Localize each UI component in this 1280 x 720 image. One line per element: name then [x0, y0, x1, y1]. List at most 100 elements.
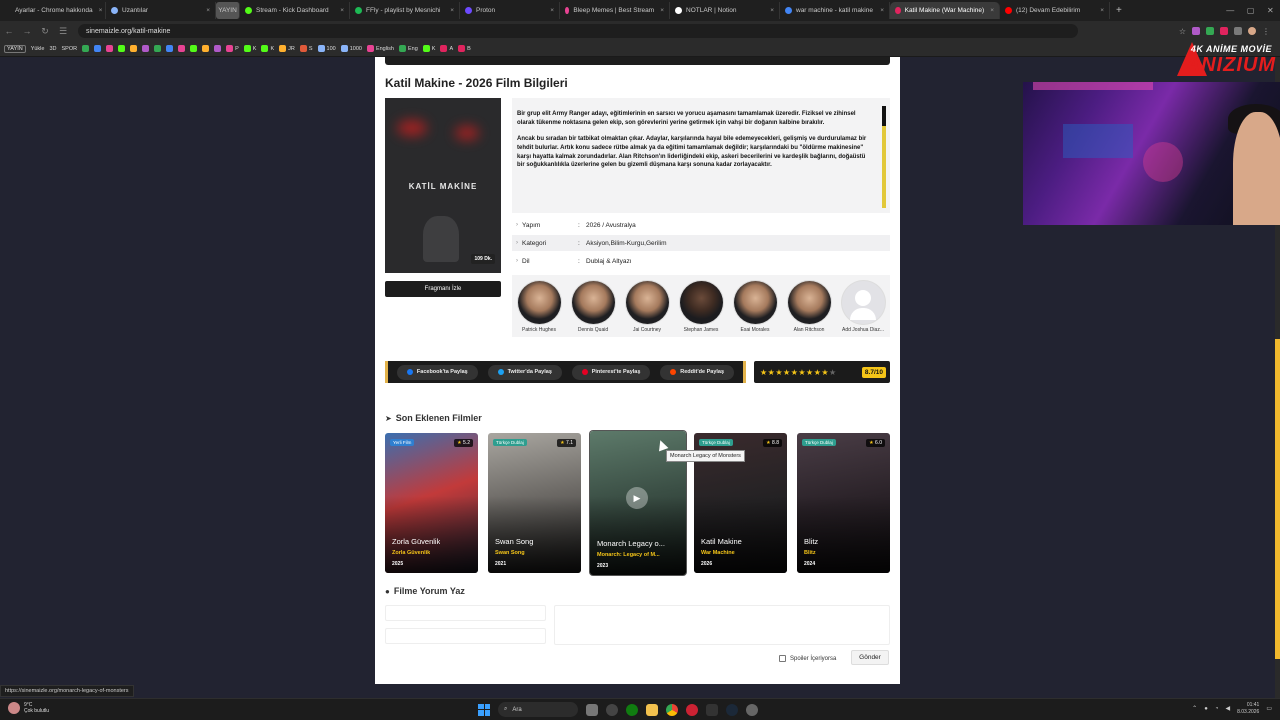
menu-icon[interactable]: ⋮ — [1262, 27, 1270, 36]
movie-card[interactable]: Yerli Film ★ 5.2 Zorla Güvenlik Zorla Güven… — [385, 433, 478, 573]
bookmark-favicon-icon[interactable] — [202, 45, 210, 52]
movie-card[interactable]: Türkçe Dublaj ★ 7.1 Swan Song Swan Song 2021 — [488, 433, 581, 573]
minimize-icon[interactable]: — — [1226, 6, 1234, 15]
browser-tab[interactable]: NOTLAR | Notion × — [670, 2, 780, 19]
comment-textarea[interactable] — [554, 605, 890, 645]
bookmark-favicon-icon[interactable] — [190, 45, 198, 52]
spoiler-checkbox-row[interactable]: Spoiler İçeriyorsa — [779, 655, 836, 662]
browser-tab[interactable]: war machine - katil makine × — [780, 2, 890, 19]
reload-icon[interactable]: ↻ — [36, 26, 54, 37]
bookmark-item[interactable]: P — [226, 45, 239, 52]
spoiler-checkbox[interactable] — [779, 655, 786, 662]
bookmark-item[interactable]: Eng — [399, 45, 418, 52]
rating-widget[interactable]: ★★★★★★★★★★ 8.7/10 — [754, 361, 890, 383]
forward-icon[interactable]: → — [18, 26, 36, 36]
email-input[interactable] — [385, 628, 546, 644]
share-twitter-button[interactable]: Twitter'da Paylaş — [487, 364, 562, 380]
bookmark-item[interactable]: K — [261, 45, 274, 52]
bookmark-favicon-icon[interactable] — [214, 45, 222, 52]
bookmark-item[interactable]: B — [458, 45, 471, 52]
cast-item[interactable]: Patrick Hughes — [513, 281, 565, 337]
bookmark-item[interactable]: 1000 — [340, 45, 362, 52]
tab-close-icon[interactable]: × — [444, 7, 454, 14]
chrome-icon[interactable] — [666, 703, 678, 716]
browser-tab[interactable]: FFly - playlist by Mesnichi × — [350, 2, 460, 19]
bookmark-item[interactable]: 3D — [49, 46, 56, 52]
notification-icon[interactable]: ▭ — [1266, 705, 1272, 712]
cast-item[interactable]: Stephan James — [675, 281, 727, 337]
extension-icon[interactable] — [1220, 26, 1228, 35]
bookmark-favicon-icon[interactable] — [154, 45, 162, 52]
bookmark-favicon-icon[interactable] — [118, 45, 126, 52]
site-info-icon[interactable]: ☰ — [54, 26, 72, 37]
file-explorer-icon[interactable] — [646, 703, 658, 716]
cast-item[interactable]: Add Joshua Diaz... — [837, 281, 889, 337]
browser-tab[interactable]: Proton × — [460, 2, 560, 19]
bookmark-favicon-icon[interactable] — [94, 45, 102, 52]
windows-start-icon[interactable] — [478, 703, 490, 716]
cast-item[interactable]: Dennis Quaid — [567, 281, 619, 337]
speaker-icon[interactable]: ◀ — [1225, 705, 1230, 712]
synopsis-scrollbar[interactable] — [882, 106, 886, 208]
browser-tab[interactable]: Ayarlar - Chrome hakkında × — [6, 2, 106, 19]
tab-close-icon[interactable]: × — [764, 7, 774, 14]
tab-close-icon[interactable]: × — [654, 7, 664, 14]
task-view-icon[interactable] — [586, 703, 598, 716]
bookmark-item[interactable]: A — [440, 45, 453, 52]
bookmark-item[interactable]: S — [299, 45, 313, 52]
bookmark-item[interactable]: K — [422, 45, 435, 52]
bookmark-favicon-icon[interactable] — [142, 45, 150, 52]
share-reddit-button[interactable]: Reddit'de Paylaş — [660, 364, 735, 380]
close-icon[interactable]: ✕ — [1267, 6, 1274, 15]
clock[interactable]: 01:41 8.03.2026 — [1237, 702, 1259, 715]
trailer-button[interactable]: Fragmanı İzle — [385, 281, 501, 297]
tab-close-icon[interactable]: × — [200, 7, 210, 14]
address-bar[interactable]: sinemaizle.org/katil-makine — [78, 24, 1078, 38]
share-pinterest-button[interactable]: Pinterest'te Paylaş — [571, 364, 651, 380]
bookmark-item[interactable]: 100 — [317, 45, 336, 52]
back-icon[interactable]: ← — [0, 26, 18, 36]
bookmark-favicon-icon[interactable] — [178, 45, 186, 52]
taskbar-search[interactable]: ⌕ Ara — [498, 702, 578, 717]
tab-close-icon[interactable]: × — [1094, 7, 1104, 14]
browser-tab[interactable]: Uzantılar × — [106, 2, 216, 19]
settings-icon[interactable] — [746, 703, 758, 716]
bookmark-favicon-icon[interactable] — [106, 45, 114, 52]
bookmark-favicon-icon[interactable] — [82, 45, 90, 52]
movie-card[interactable]: Türkçe Dublaj ★ 6.0 Blitz Blitz 2024 — [797, 433, 890, 573]
wifi-icon[interactable]: ◔ — [1215, 706, 1219, 712]
maximize-icon[interactable]: ▢ — [1247, 6, 1255, 15]
browser-tab[interactable]: Stream - Kick Dashboard × — [240, 2, 350, 19]
star-rating[interactable]: ★★★★★★★★★★ — [760, 368, 837, 377]
extension-icon[interactable] — [1206, 26, 1214, 35]
chevron-up-icon[interactable]: ⌃ — [1192, 705, 1197, 712]
share-facebook-button[interactable]: Facebook'ta Paylaş — [396, 364, 478, 380]
synopsis-box[interactable]: Bir grup elit Army Ranger adayı, eğitiml… — [512, 98, 890, 213]
bookmark-favicon-icon[interactable] — [166, 45, 174, 52]
bookmark-item[interactable]: Yükle — [31, 46, 45, 52]
bookmark-item[interactable]: English — [366, 45, 394, 52]
extension-icon[interactable] — [1192, 26, 1200, 35]
tab-close-icon[interactable]: × — [544, 7, 554, 14]
send-button[interactable]: Gönder — [851, 650, 889, 665]
cast-item[interactable]: Esai Morales — [729, 281, 781, 337]
extension-icon[interactable] — [1234, 26, 1242, 35]
cast-item[interactable]: Jai Courtney — [621, 281, 673, 337]
app-icon[interactable] — [686, 703, 698, 716]
new-tab-button[interactable]: + — [1116, 5, 1122, 16]
weather-widget[interactable]: 9°C Çok bulutlu — [8, 702, 49, 714]
microphone-icon[interactable]: ● — [1204, 706, 1208, 712]
bookmark-item[interactable]: K — [243, 45, 256, 52]
profile-icon[interactable] — [1248, 26, 1256, 35]
cast-item[interactable]: Alan Ritchson — [783, 281, 835, 337]
bookmark-favicon-icon[interactable] — [130, 45, 138, 52]
tab-close-icon[interactable]: × — [984, 7, 994, 14]
bookmark-star-icon[interactable]: ☆ — [1179, 27, 1186, 36]
xbox-icon[interactable] — [626, 703, 638, 716]
bookmark-item[interactable]: YAYIN — [4, 44, 26, 53]
browser-tab[interactable]: YAYIN — [216, 2, 240, 19]
terminal-icon[interactable] — [706, 703, 718, 716]
name-input[interactable] — [385, 605, 546, 621]
bookmark-item[interactable]: JR — [279, 45, 295, 52]
tab-close-icon[interactable]: × — [93, 7, 103, 14]
